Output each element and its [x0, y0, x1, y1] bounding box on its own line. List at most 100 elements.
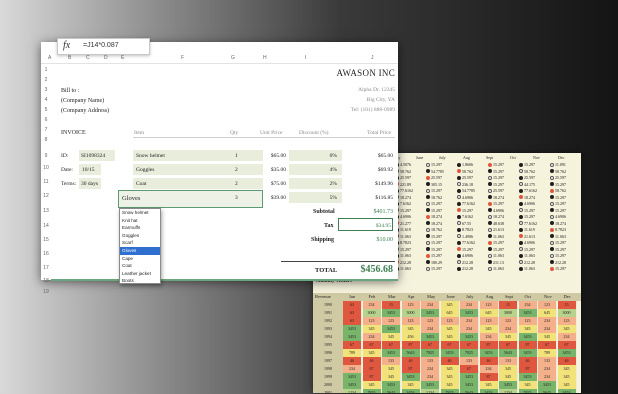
status-dot-icon	[519, 240, 523, 245]
dot-table-value: 4.5076	[400, 162, 411, 167]
row-number-14[interactable]: 14	[41, 223, 51, 229]
revenue-cell: 67	[362, 365, 382, 373]
status-dot-icon	[519, 201, 523, 206]
revenue-cell: 87	[362, 373, 382, 381]
revenue-cell: 133	[421, 357, 440, 365]
revenue-row: 1998 234 67 345 87 234 345 67 234 345 87 234 345	[313, 365, 581, 373]
function-icon: fx	[63, 40, 71, 51]
row-number-8[interactable]: 8	[41, 137, 51, 143]
dot-table-value: 212.28	[524, 259, 535, 265]
dot-table-value: 18.274	[524, 194, 535, 200]
revenue-month-header: Feb	[368, 294, 376, 299]
line-item-item-cell[interactable]	[133, 178, 263, 189]
dot-table-value: 11.063	[493, 233, 504, 239]
status-dot-icon	[488, 247, 492, 251]
dropdown-option[interactable]: Knit hat	[120, 217, 160, 225]
dot-table-value: 58.762	[555, 188, 566, 193]
revenue-month-header: Oct	[524, 294, 532, 299]
dot-table-value: 11.063	[493, 253, 504, 258]
column-header-h[interactable]: H	[263, 55, 267, 61]
revenue-cell: 345	[382, 333, 401, 341]
subtotal-value: $401.73	[373, 209, 394, 215]
revenue-row: 1990 63 234 15 123 234 345 234 123 15 234 123 15	[313, 301, 581, 309]
bottom-accent-bar	[51, 279, 398, 281]
column-header-c[interactable]: C	[86, 55, 90, 61]
revenue-year: 2000	[313, 381, 343, 389]
column-header-unit-price: Unit Price	[260, 130, 283, 136]
dropdown-option[interactable]: Goggles	[120, 232, 160, 240]
column-header-i[interactable]: I	[305, 55, 306, 61]
row-number-11[interactable]: 11	[41, 179, 51, 185]
status-dot-icon	[519, 182, 523, 186]
row-number-15[interactable]: 15	[41, 237, 51, 243]
status-dot-icon	[457, 227, 461, 232]
revenue-cell: 46	[440, 357, 460, 365]
row-number-16[interactable]: 16	[41, 251, 51, 257]
column-header-g[interactable]: G	[231, 55, 235, 61]
revenue-cell: 3453	[421, 309, 440, 317]
dot-table-value: 212.28	[462, 266, 473, 271]
row-number-6[interactable]: 6	[41, 117, 51, 123]
dot-table-value: 15.297	[555, 201, 566, 206]
revenue-cell: 46	[362, 357, 382, 365]
row-number-7[interactable]: 7	[41, 127, 51, 133]
row-number-12[interactable]: 12	[41, 193, 51, 199]
dot-table-value: 15.297	[493, 168, 504, 174]
dropdown-option[interactable]: Cape	[120, 255, 160, 263]
status-dot-icon	[426, 247, 430, 251]
revenue-cell: 7825	[362, 389, 382, 393]
status-dot-icon	[457, 195, 461, 199]
status-dot-icon	[550, 182, 554, 186]
revenue-cell: 345	[401, 325, 421, 333]
row-number-3[interactable]: 3	[41, 87, 51, 93]
row-number-9[interactable]: 9	[41, 153, 51, 159]
dot-table-value: 212.28	[555, 259, 566, 265]
revenue-cell: 3453	[538, 381, 557, 389]
revenue-year: 1993	[313, 325, 343, 333]
row-number-17[interactable]: 17	[41, 265, 51, 271]
revenue-cell: 3453	[499, 381, 518, 389]
company-address-line1: Alpha Dr. 12345	[358, 87, 395, 93]
dropdown-option[interactable]: Snow helmet	[120, 209, 160, 217]
dropdown-option[interactable]: Scarf	[120, 239, 160, 247]
company-name: AWASON INC	[336, 68, 395, 78]
revenue-cell: 87	[518, 365, 538, 373]
dropdown-option[interactable]: Leather jacket	[120, 270, 160, 278]
formula-bar[interactable]: fx =J14*0.087	[57, 38, 150, 55]
dot-table-value: 15.297	[431, 240, 442, 245]
dropdown-option[interactable]: Earmuffs	[120, 224, 160, 232]
formula-input[interactable]: =J14*0.087	[83, 42, 119, 49]
row-number-4[interactable]: 4	[41, 97, 51, 103]
dot-table-value: 44.175	[524, 181, 535, 187]
dot-table-value: 15.297	[555, 194, 566, 200]
column-header-a[interactable]: A	[48, 55, 51, 61]
revenue-year: 1992	[313, 317, 343, 325]
status-dot-icon	[488, 169, 492, 173]
dropdown-option[interactable]: Coat	[120, 262, 160, 270]
row-number-10[interactable]: 10	[41, 165, 51, 171]
dot-table-value: 11.063	[400, 253, 411, 258]
row-number-13[interactable]: 13	[41, 208, 51, 214]
revenue-cell: 3453	[343, 381, 362, 389]
status-dot-icon	[519, 208, 523, 212]
row-number-5[interactable]: 5	[41, 107, 51, 113]
row-number-1[interactable]: 1	[41, 67, 51, 73]
revenue-row: 1999 3453 87 345 3453 234 345 3453 87 345 3453 234 3…	[313, 373, 581, 381]
status-dot-icon	[457, 240, 461, 245]
dropdown-option[interactable]: Boots	[120, 277, 160, 285]
dot-table-value: 77.6162	[462, 240, 475, 245]
row-number-2[interactable]: 2	[41, 77, 51, 83]
column-header-b[interactable]: B	[68, 55, 71, 61]
column-header-e[interactable]: E	[121, 55, 124, 61]
dot-table-value: 15.297	[555, 246, 566, 252]
column-header-j[interactable]: J	[371, 55, 374, 61]
row-number-18[interactable]: 18	[41, 278, 51, 284]
item-dropdown-list[interactable]: Snow helmet Knit hat Earmuffs Goggles Scarf G…	[119, 208, 161, 284]
item-select-cell[interactable]: Gloves	[118, 190, 263, 208]
invoice-spreadsheet-window[interactable]: ABCDEFGHIJ 1 2 3 4 5 6 7 8 9 10 11 12 13 14 15 16 17 18 19…	[41, 38, 398, 295]
revenue-cell: 7825	[460, 349, 479, 357]
column-header-f[interactable]: F	[181, 55, 184, 61]
row-number-19[interactable]: 19	[41, 289, 51, 295]
column-header-d[interactable]: D	[104, 55, 108, 61]
dropdown-option[interactable]: Gloves	[120, 246, 160, 255]
